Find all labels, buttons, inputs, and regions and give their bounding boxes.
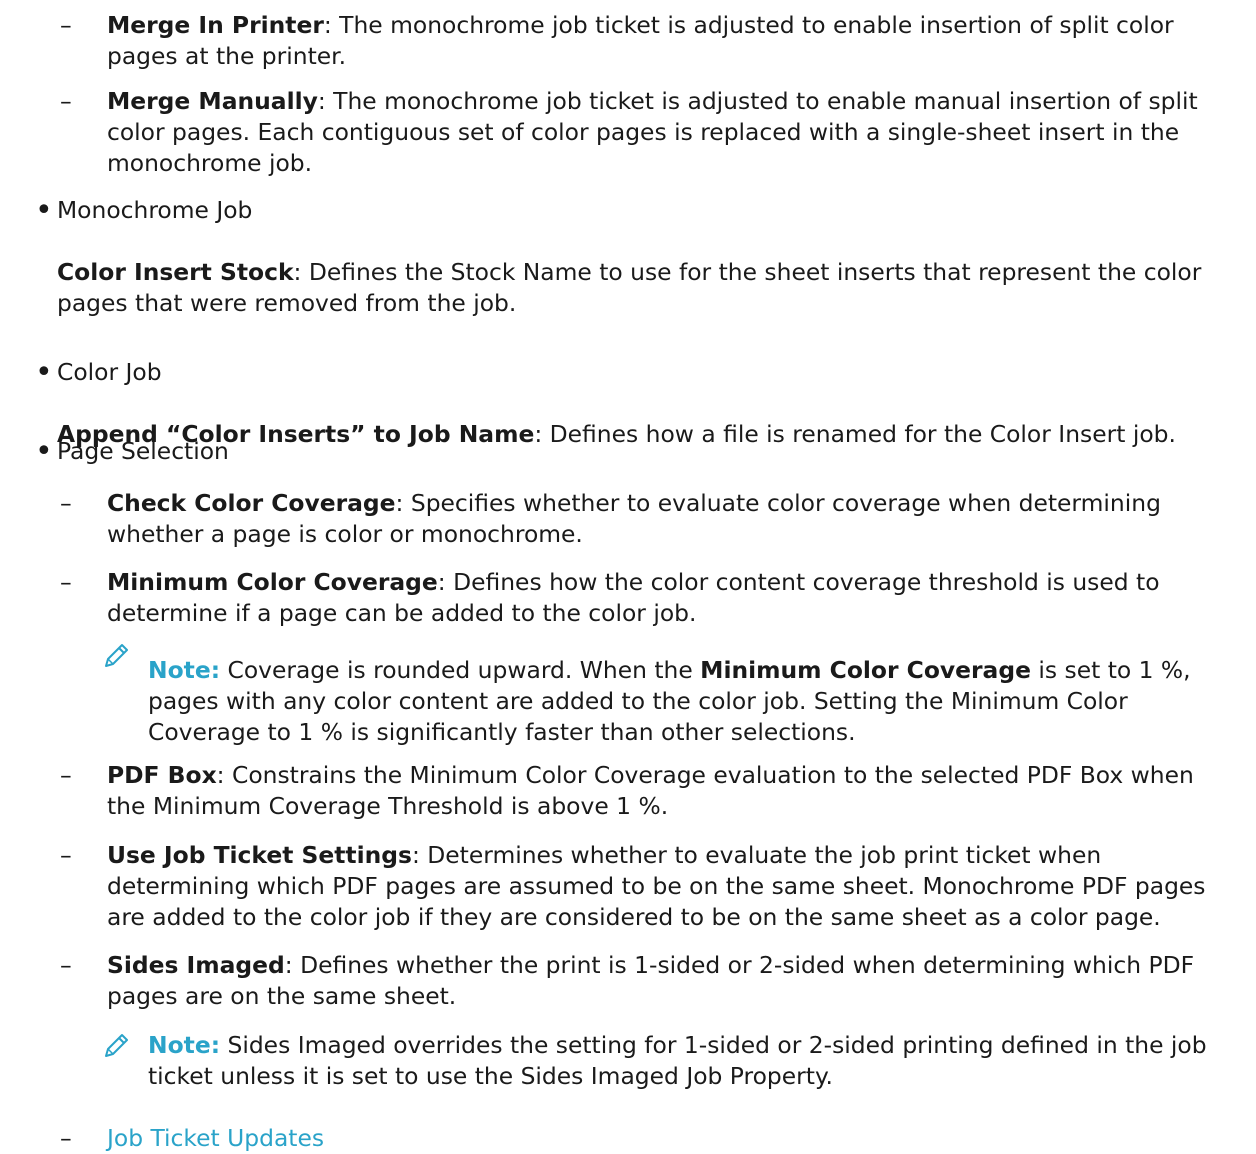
minimum-color-coverage-item: Minimum Color Coverage: Defines how the …: [107, 567, 1227, 629]
merge-manually-item: Merge Manually: The monochrome job ticke…: [107, 86, 1227, 179]
job-ticket-updates-link[interactable]: Job Ticket Updates: [107, 1124, 324, 1152]
term: Check Color Coverage: [107, 489, 396, 517]
sides-imaged-note: Note: Sides Imaged overrides the setting…: [148, 1030, 1208, 1092]
note-label: Note:: [148, 656, 221, 684]
use-job-ticket-settings-item: Use Job Ticket Settings: Determines whet…: [107, 840, 1227, 933]
dash-marker: –: [60, 11, 72, 39]
term: Merge Manually: [107, 87, 318, 115]
pdf-box-item: PDF Box: Constrains the Minimum Color Co…: [107, 760, 1227, 822]
bullet-marker: •: [35, 434, 53, 469]
dash-marker: –: [60, 568, 72, 596]
coverage-note: Note: Coverage is rounded upward. When t…: [148, 655, 1208, 748]
bullet-marker: •: [35, 355, 53, 390]
dash-marker: –: [60, 1124, 72, 1152]
dash-marker: –: [60, 761, 72, 789]
check-color-coverage-item: Check Color Coverage: Specifies whether …: [107, 488, 1227, 550]
sides-imaged-item: Sides Imaged: Defines whether the print …: [107, 950, 1227, 1012]
color-job-heading: Color Job: [57, 358, 162, 386]
monochrome-job-heading: Monochrome Job: [57, 196, 253, 224]
term: Merge In Printer: [107, 11, 324, 39]
merge-in-printer-item: Merge In Printer: The monochrome job tic…: [107, 10, 1227, 72]
description: : Constrains the Minimum Color Coverage …: [107, 761, 1194, 820]
bullet-marker: •: [35, 193, 53, 228]
dash-marker: –: [60, 87, 72, 115]
note-text: Sides Imaged overrides the setting for 1…: [148, 1031, 1207, 1090]
term: Sides Imaged: [107, 951, 285, 979]
dash-marker: –: [60, 951, 72, 979]
dash-marker: –: [60, 489, 72, 517]
term: Minimum Color Coverage: [107, 568, 438, 596]
page-selection-heading: Page Selection: [57, 437, 229, 465]
note-label: Note:: [148, 1031, 221, 1059]
job-ticket-updates-item: Job Ticket Updates: [107, 1123, 1227, 1154]
color-insert-stock-item: Color Insert Stock: Defines the Stock Na…: [57, 257, 1227, 319]
pencil-icon: [105, 644, 128, 667]
term: PDF Box: [107, 761, 217, 789]
note-bold: Minimum Color Coverage: [700, 656, 1031, 684]
pencil-icon: [105, 1034, 128, 1057]
term: Use Job Ticket Settings: [107, 841, 412, 869]
dash-marker: –: [60, 841, 72, 869]
note-text: Coverage is rounded upward. When the: [220, 656, 701, 684]
term: Color Insert Stock: [57, 258, 294, 286]
